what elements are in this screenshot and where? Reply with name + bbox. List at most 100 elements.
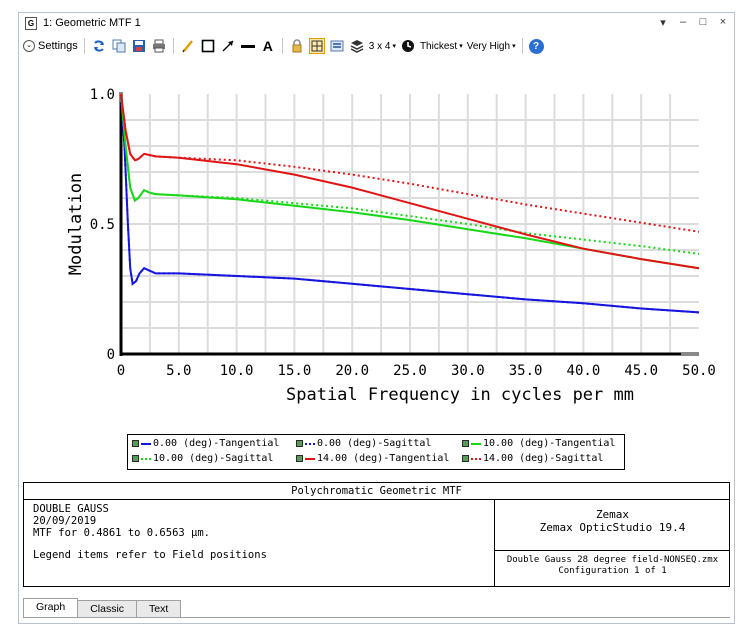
- close-icon[interactable]: ×: [718, 16, 728, 29]
- help-icon[interactable]: ?: [528, 38, 544, 54]
- rectangle-icon[interactable]: [200, 38, 216, 54]
- tab-text[interactable]: Text: [136, 600, 182, 618]
- chart-legend: 0.00 (deg)-Tangential 0.00 (deg)-Sagittal…: [127, 434, 625, 470]
- legend-marker-icon: [132, 440, 139, 447]
- clock-icon[interactable]: [400, 38, 416, 54]
- app-icon: G: [25, 17, 37, 30]
- x-tick-label: 25.0: [393, 363, 427, 379]
- line-icon[interactable]: [240, 38, 256, 54]
- x-tick-label: 20.0: [335, 363, 369, 379]
- x-tick-label: 35.0: [509, 363, 543, 379]
- quality-label: Very High: [466, 40, 511, 52]
- file-name: Double Gauss 28 degree field-NONSEQ.zmx: [506, 555, 719, 565]
- minimize-icon[interactable]: –: [678, 16, 688, 29]
- legend-line-swatch: [471, 442, 481, 445]
- info-header: Polychromatic Geometric MTF: [24, 483, 729, 500]
- toolbar-separator: [281, 38, 283, 54]
- view-tabs: Graph Classic Text: [23, 598, 182, 618]
- caret-down-icon: ▾: [459, 43, 463, 50]
- pencil-icon[interactable]: [180, 38, 196, 54]
- x-tick-label: 0: [117, 363, 125, 379]
- axis-end-marker: [681, 352, 699, 356]
- legend-item: 10.00 (deg)-Tangential: [462, 438, 615, 449]
- mtf-chart: 0 5.0 10.0 15.0 20.0 25.0 30.0 35.0 40.0 45.0 50.0…: [19, 63, 734, 473]
- caret-down-icon: ▾: [392, 43, 396, 50]
- y-tick-label: 1.0: [90, 87, 115, 103]
- info-date: 20/09/2019: [33, 515, 97, 527]
- legend-marker-icon: [462, 440, 469, 447]
- legend-line-swatch: [471, 457, 481, 460]
- toolbar-separator: [172, 38, 174, 54]
- x-tick-label: 30.0: [451, 363, 485, 379]
- legend-note: Legend items refer to Field positions: [33, 549, 267, 561]
- window-title: 1: Geometric MTF 1: [43, 17, 141, 29]
- chevron-down-icon: ⌄: [23, 40, 35, 52]
- legend-item: 10.00 (deg)-Sagittal: [132, 453, 273, 464]
- y-axis-label: Modulation: [66, 173, 86, 275]
- legend-item: 14.00 (deg)-Tangential: [296, 453, 449, 464]
- legend-line-swatch: [305, 442, 315, 445]
- refresh-icon[interactable]: [91, 38, 107, 54]
- text-icon[interactable]: A: [260, 38, 276, 54]
- legend-label: 14.00 (deg)-Tangential: [317, 453, 450, 464]
- legend-marker-icon: [462, 455, 469, 462]
- settings-button[interactable]: ⌄ Settings: [23, 37, 78, 55]
- y-tick-label: 0: [107, 347, 115, 363]
- mtf-window: G 1: Geometric MTF 1 ▾ – □ × ⌄ Settings: [18, 12, 735, 624]
- legend-line-swatch: [141, 457, 151, 460]
- legend-label: 14.00 (deg)-Sagittal: [483, 453, 604, 464]
- legend-item: 14.00 (deg)-Sagittal: [462, 453, 603, 464]
- legend-item: 0.00 (deg)-Tangential: [132, 438, 279, 449]
- legend-marker-icon: [132, 455, 139, 462]
- info-left: DOUBLE GAUSS 20/09/2019 MTF for 0.4861 t…: [33, 503, 267, 561]
- lock-icon[interactable]: [289, 38, 305, 54]
- grid-icon[interactable]: [308, 38, 325, 54]
- legend-line-swatch: [141, 442, 151, 445]
- configuration: Configuration 1 of 1: [558, 566, 667, 576]
- caret-down-icon: ▾: [512, 43, 516, 50]
- toolbar-separator: [83, 38, 85, 54]
- chart-svg: 0 5.0 10.0 15.0 20.0 25.0 30.0 35.0 40.0 45.0 50.0…: [66, 87, 716, 405]
- quality-dropdown[interactable]: Very High ▾: [467, 37, 516, 55]
- print-icon[interactable]: [151, 38, 167, 54]
- legend-label: 10.00 (deg)-Sagittal: [153, 453, 274, 464]
- legend-item: 0.00 (deg)-Sagittal: [296, 438, 431, 449]
- x-axis-label: Spatial Frequency in cycles per mm: [286, 385, 634, 405]
- vendor-name: Zemax: [595, 508, 630, 521]
- layout-label: 3 x 4: [368, 40, 391, 52]
- x-tick-label: 45.0: [624, 363, 658, 379]
- info-panel: Polychromatic Geometric MTF DOUBLE GAUSS…: [23, 482, 730, 587]
- y-tick-label: 0.5: [90, 217, 115, 233]
- title-bar[interactable]: G 1: Geometric MTF 1 ▾ – □ ×: [19, 13, 734, 35]
- thickness-label: Thickest: [419, 40, 458, 52]
- toolbar-separator: [521, 38, 523, 54]
- legend-label: 10.00 (deg)-Tangential: [483, 438, 616, 449]
- legend-label: 0.00 (deg)-Tangential: [153, 438, 280, 449]
- layout-dropdown[interactable]: 3 x 4 ▾: [369, 37, 396, 55]
- x-tick-label: 10.0: [220, 363, 254, 379]
- settings-label: Settings: [38, 40, 78, 52]
- copy-icon[interactable]: [111, 38, 127, 54]
- x-tick-label: 15.0: [278, 363, 312, 379]
- window-menu-icon[interactable]: ▾: [658, 16, 668, 29]
- tab-graph[interactable]: Graph: [23, 598, 79, 618]
- legend-label: 0.00 (deg)-Sagittal: [317, 438, 432, 449]
- legend-marker-icon: [296, 440, 303, 447]
- export-icon[interactable]: [329, 38, 345, 54]
- toolbar: ⌄ Settings A 3 x 4 ▾ Thickest ▾ Very Hig…: [19, 35, 734, 57]
- layers-icon[interactable]: [349, 38, 365, 54]
- x-tick-label: 5.0: [166, 363, 191, 379]
- x-tick-label: 50.0: [682, 363, 716, 379]
- product-name: Zemax OpticStudio 19.4: [539, 521, 686, 534]
- legend-line-swatch: [305, 457, 315, 460]
- lens-name: DOUBLE GAUSS: [33, 503, 109, 515]
- maximize-icon[interactable]: □: [698, 16, 708, 29]
- wavelength-range: MTF for 0.4861 to 0.6563 µm.: [33, 527, 211, 539]
- save-icon[interactable]: [131, 38, 147, 54]
- tab-classic[interactable]: Classic: [77, 600, 138, 618]
- info-right: Zemax Zemax OpticStudio 19.4 Double Gaus…: [494, 500, 730, 587]
- arrow-icon[interactable]: [220, 38, 236, 54]
- thickness-dropdown[interactable]: Thickest ▾: [420, 37, 463, 55]
- legend-marker-icon: [296, 455, 303, 462]
- x-tick-label: 40.0: [567, 363, 601, 379]
